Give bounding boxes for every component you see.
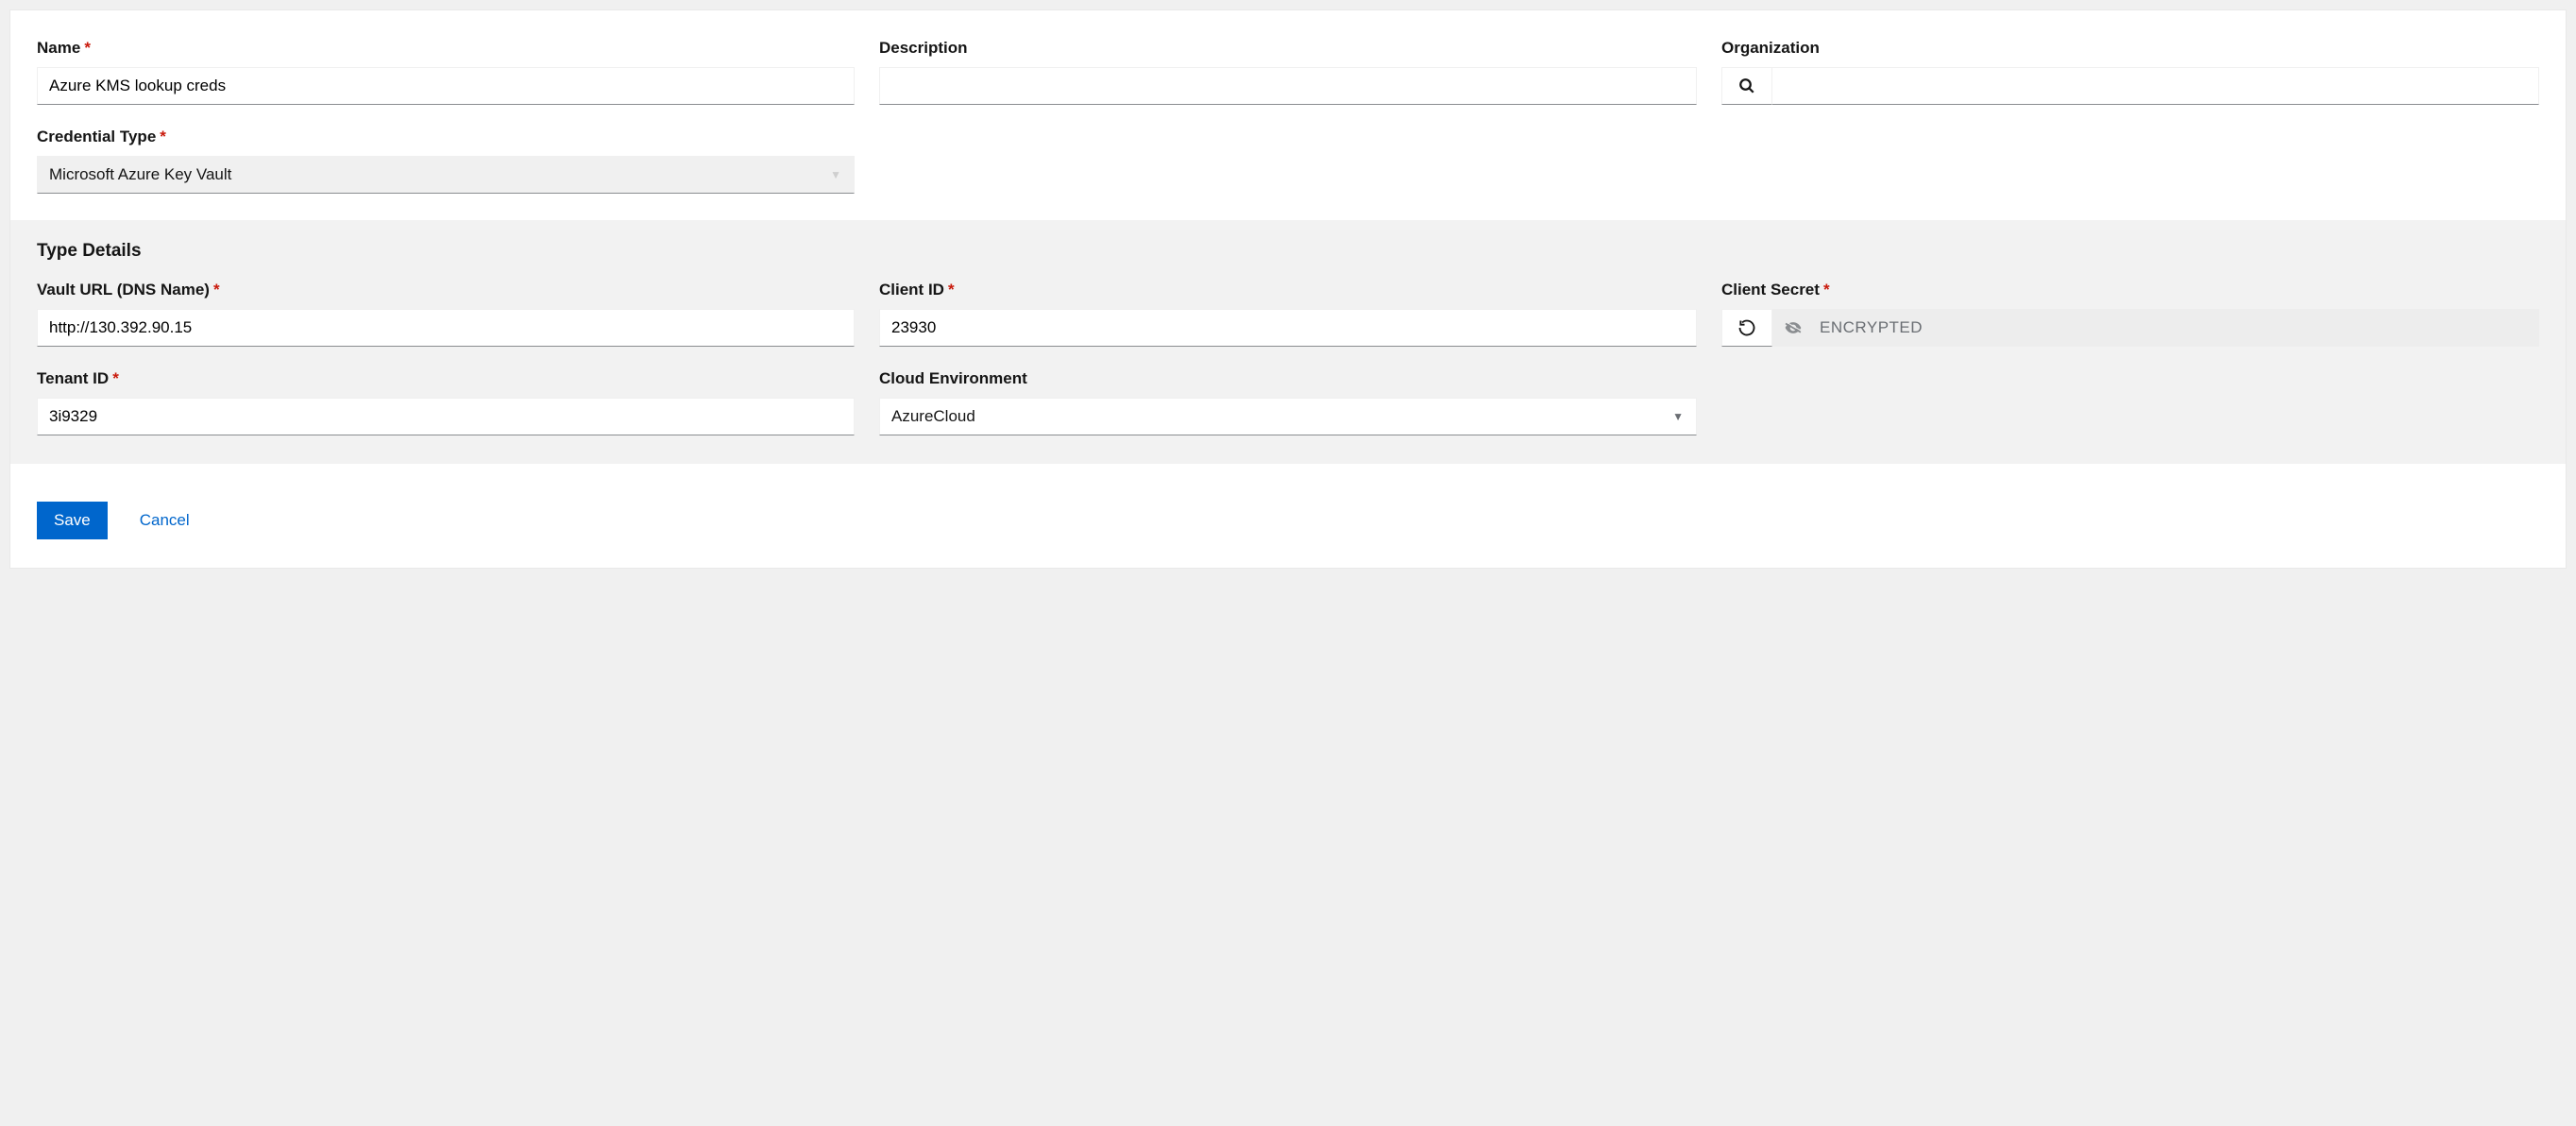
- cloud-environment-value: AzureCloud: [891, 407, 975, 426]
- description-label-text: Description: [879, 39, 968, 57]
- cloud-environment-label: Cloud Environment: [879, 369, 1697, 388]
- spacer: [879, 128, 1697, 194]
- client-id-input[interactable]: [879, 309, 1697, 347]
- client-secret-label-text: Client Secret: [1721, 281, 1820, 299]
- spacer: [1721, 128, 2539, 194]
- credential-type-value: Microsoft Azure Key Vault: [49, 165, 231, 184]
- credential-type-label: Credential Type*: [37, 128, 855, 146]
- organization-group: Organization: [1721, 39, 2539, 105]
- spacer: [1721, 369, 2539, 435]
- description-group: Description: [879, 39, 1697, 105]
- client-secret-placeholder-text: ENCRYPTED: [1820, 318, 1923, 337]
- client-secret-group: Client Secret*: [1721, 281, 2539, 347]
- tenant-id-group: Tenant ID*: [37, 369, 855, 435]
- cloud-environment-select[interactable]: AzureCloud: [879, 398, 1697, 435]
- vault-url-label-text: Vault URL (DNS Name): [37, 281, 210, 299]
- footer-section: Save Cancel: [10, 464, 2566, 568]
- required-asterisk: *: [160, 128, 166, 145]
- vault-url-group: Vault URL (DNS Name)*: [37, 281, 855, 347]
- required-asterisk: *: [112, 369, 119, 387]
- required-asterisk: *: [84, 39, 91, 57]
- undo-icon: [1737, 318, 1756, 337]
- credential-type-label-text: Credential Type: [37, 128, 156, 145]
- client-secret-display: ENCRYPTED: [1772, 309, 2539, 347]
- name-group: Name*: [37, 39, 855, 105]
- name-input[interactable]: [37, 67, 855, 105]
- client-id-label: Client ID*: [879, 281, 1697, 299]
- required-asterisk: *: [948, 281, 955, 299]
- client-secret-label: Client Secret*: [1721, 281, 2539, 299]
- client-secret-reset-button[interactable]: [1721, 309, 1772, 347]
- search-icon: [1738, 77, 1755, 94]
- top-section: Name* Description Organization: [10, 10, 2566, 220]
- eye-off-icon: [1784, 318, 1803, 337]
- vault-url-input[interactable]: [37, 309, 855, 347]
- name-label-text: Name: [37, 39, 80, 57]
- vault-url-label: Vault URL (DNS Name)*: [37, 281, 855, 299]
- tenant-id-label-text: Tenant ID: [37, 369, 109, 387]
- type-details-header: Type Details: [37, 241, 2539, 262]
- client-id-group: Client ID*: [879, 281, 1697, 347]
- organization-input[interactable]: [1772, 67, 2539, 105]
- tenant-id-label: Tenant ID*: [37, 369, 855, 388]
- cancel-button[interactable]: Cancel: [136, 502, 194, 539]
- description-label: Description: [879, 39, 1697, 58]
- organization-search-button[interactable]: [1721, 67, 1772, 105]
- tenant-id-input[interactable]: [37, 398, 855, 435]
- type-details-section: Type Details Vault URL (DNS Name)* Clien…: [10, 220, 2566, 464]
- name-label: Name*: [37, 39, 855, 58]
- description-input[interactable]: [879, 67, 1697, 105]
- credential-type-group: Credential Type* Microsoft Azure Key Vau…: [37, 128, 855, 194]
- cloud-environment-group: Cloud Environment AzureCloud ▼: [879, 369, 1697, 435]
- organization-label: Organization: [1721, 39, 2539, 58]
- credential-form-card: Name* Description Organization: [9, 9, 2567, 569]
- client-id-label-text: Client ID: [879, 281, 944, 299]
- cloud-environment-label-text: Cloud Environment: [879, 369, 1027, 387]
- credential-type-select[interactable]: Microsoft Azure Key Vault: [37, 156, 855, 194]
- required-asterisk: *: [213, 281, 220, 299]
- save-button[interactable]: Save: [37, 502, 108, 539]
- required-asterisk: *: [1823, 281, 1830, 299]
- organization-label-text: Organization: [1721, 39, 1820, 57]
